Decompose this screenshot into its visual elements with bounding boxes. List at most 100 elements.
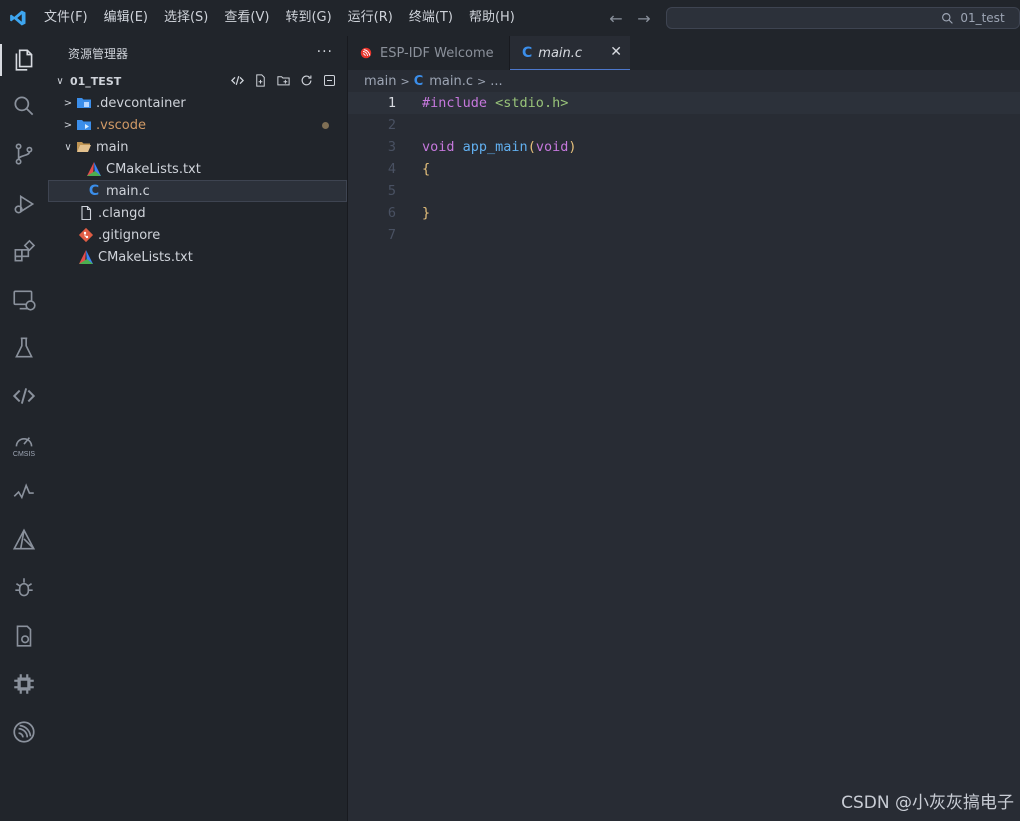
code-line[interactable]: 6 } [348, 202, 1020, 224]
function-name: app_main [462, 139, 528, 155]
code-line[interactable]: 4 { [348, 158, 1020, 180]
tree-item-main-folder[interactable]: ∨ main [48, 136, 347, 158]
modified-indicator [322, 122, 329, 129]
explorer-sidebar: 资源管理器 ··· ∨ 01_TEST > .devcontainer > .v… [48, 36, 348, 821]
back-arrow-icon[interactable]: ← [606, 9, 626, 28]
watermark: CSDN @小灰灰搞电子 [841, 793, 1014, 813]
remote-explorer-icon[interactable] [0, 278, 48, 322]
testing-flask-icon[interactable] [0, 326, 48, 370]
code-line[interactable]: 5 [348, 180, 1020, 202]
tree-item-cmakelists-main[interactable]: CMakeLists.txt [48, 158, 347, 180]
tree-item-devcontainer[interactable]: > .devcontainer [48, 92, 347, 114]
tree-item-gitignore[interactable]: .gitignore [48, 224, 347, 246]
breadcrumb: main > C main.c > ... [348, 70, 1020, 92]
line-number: 3 [387, 139, 396, 155]
new-folder-icon[interactable] [275, 72, 291, 88]
espressif-tab-icon [360, 47, 372, 59]
workspace-folder-header[interactable]: ∨ 01_TEST [48, 70, 347, 92]
debug-pulse-icon[interactable] [0, 470, 48, 514]
close-icon[interactable]: ✕ [610, 44, 622, 60]
tree-item-label: .gitignore [98, 227, 161, 243]
forward-arrow-icon[interactable]: → [634, 9, 654, 28]
embedded-tools-icon[interactable] [0, 374, 48, 418]
line-number: 5 [387, 183, 396, 199]
menu-terminal[interactable]: 终端(T) [401, 0, 461, 36]
new-file-icon[interactable] [252, 72, 268, 88]
menu-run[interactable]: 运行(R) [340, 0, 401, 36]
tab-main-c[interactable]: C main.c ✕ [510, 36, 630, 70]
line-number: 4 [387, 161, 396, 177]
param-type: void [535, 139, 569, 155]
folder-devcontainer-icon [76, 95, 92, 111]
cmake-icon[interactable] [0, 518, 48, 562]
command-center-search[interactable]: 01_test [666, 7, 1020, 29]
tree-item-clangd[interactable]: .clangd [48, 202, 347, 224]
menu-help[interactable]: 帮助(H) [461, 0, 523, 36]
sidebar-title: 资源管理器 [68, 46, 129, 61]
line-number: 6 [387, 205, 396, 221]
menu-view[interactable]: 查看(V) [216, 0, 277, 36]
tab-label: main.c [538, 45, 583, 61]
tree-item-cmakelists-root[interactable]: CMakeLists.txt [48, 246, 347, 268]
code-line[interactable]: 3 void app_main(void) [348, 136, 1020, 158]
chevron-right-icon: > [63, 97, 73, 109]
cmsis-label: CMSIS [12, 451, 36, 458]
run-debug-icon[interactable] [0, 182, 48, 226]
title-bar: 文件(F) 编辑(E) 选择(S) 查看(V) 转到(G) 运行(R) 终端(T… [0, 0, 1020, 36]
tree-item-label: CMakeLists.txt [98, 249, 193, 265]
menu-edit[interactable]: 编辑(E) [96, 0, 156, 36]
line-number: 2 [387, 117, 396, 133]
tree-item-label: main [96, 139, 129, 155]
search-icon [942, 12, 954, 24]
chevron-right-icon: > [400, 74, 410, 88]
refresh-icon[interactable] [298, 72, 314, 88]
menu-go[interactable]: 转到(G) [277, 0, 339, 36]
tab-esp-idf-welcome[interactable]: ESP-IDF Welcome [348, 36, 510, 70]
line-number: 1 [387, 95, 396, 111]
breadcrumb-file[interactable]: main.c [429, 74, 473, 89]
sidebar-header: 资源管理器 ··· [48, 36, 347, 70]
file-icon [78, 205, 94, 221]
cmake-file-icon [86, 161, 102, 177]
code-line[interactable]: 1 #include <stdio.h> [348, 92, 1020, 114]
tree-item-label: .devcontainer [96, 95, 186, 111]
open-paren: ( [527, 139, 536, 155]
cmake-file-icon [78, 249, 94, 265]
code-line[interactable]: 7 [348, 224, 1020, 246]
open-brace: { [422, 161, 431, 177]
tree-item-main-c[interactable]: C main.c [48, 180, 347, 202]
editor-tab-bar: ESP-IDF Welcome C main.c ✕ [348, 36, 1020, 70]
menu-file[interactable]: 文件(F) [36, 0, 96, 36]
extensions-icon[interactable] [0, 230, 48, 274]
search-icon[interactable] [0, 84, 48, 128]
workspace-name: 01_test [960, 11, 1005, 25]
menu-selection[interactable]: 选择(S) [156, 0, 216, 36]
workspace-folder-name: 01_TEST [70, 74, 122, 88]
chevron-right-icon: > [477, 74, 487, 88]
breadcrumb-folder[interactable]: main [364, 74, 396, 89]
tree-item-vscode[interactable]: > .vscode [48, 114, 347, 136]
settings-bug-icon[interactable] [0, 566, 48, 610]
tree-item-label: main.c [106, 183, 150, 199]
tree-item-label: .vscode [96, 117, 146, 133]
c-file-icon: C [522, 45, 533, 61]
source-control-icon[interactable] [0, 132, 48, 176]
espressif-icon[interactable] [0, 710, 48, 754]
tree-item-label: CMakeLists.txt [106, 161, 201, 177]
more-actions-icon[interactable]: ··· [317, 44, 333, 60]
include-header: <stdio.h> [495, 95, 569, 111]
device-config-icon[interactable] [0, 614, 48, 658]
chevron-down-icon: ∨ [56, 75, 64, 87]
breadcrumb-symbols[interactable]: ... [490, 74, 502, 89]
code-editor[interactable]: 1 #include <stdio.h> 2 3 void app_main(v… [348, 92, 1020, 821]
embedded-action-icon[interactable] [229, 72, 245, 88]
chip-icon[interactable] [0, 662, 48, 706]
explorer-icon[interactable] [0, 38, 48, 82]
return-type: void [422, 139, 455, 155]
code-line[interactable]: 2 [348, 114, 1020, 136]
git-file-icon [78, 227, 94, 243]
c-file-icon: C [88, 183, 100, 199]
tab-label: ESP-IDF Welcome [380, 45, 494, 61]
tree-item-label: .clangd [98, 205, 146, 221]
collapse-all-icon[interactable] [321, 72, 337, 88]
